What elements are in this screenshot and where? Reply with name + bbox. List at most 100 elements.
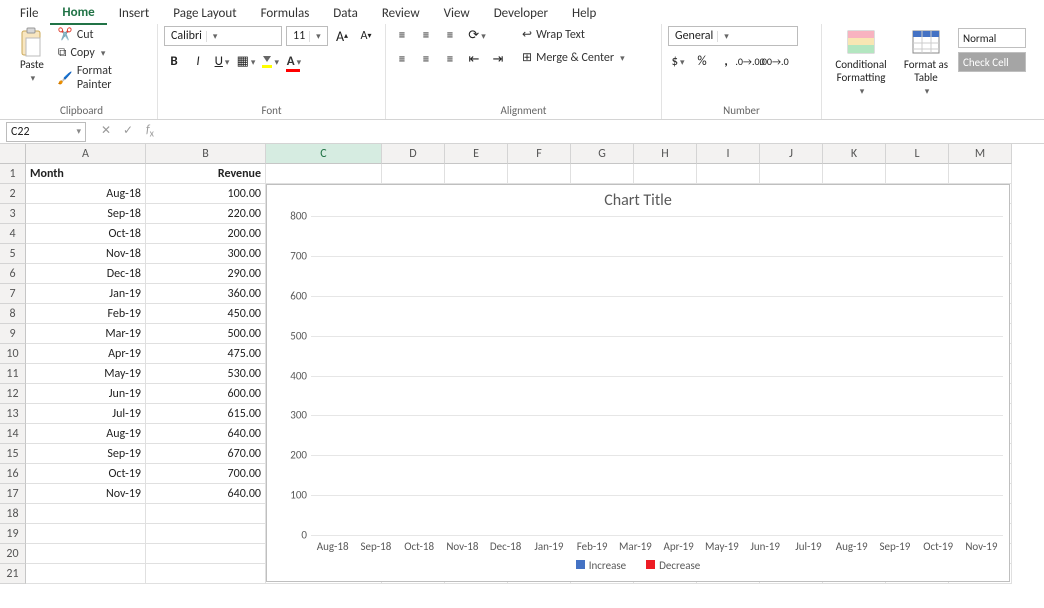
menu-home[interactable]: Home xyxy=(50,2,106,25)
align-left-icon[interactable]: ≡ xyxy=(392,50,412,68)
currency-icon[interactable]: $ xyxy=(668,52,688,70)
cell-B21[interactable] xyxy=(146,564,266,584)
align-center-icon[interactable]: ≡ xyxy=(416,50,436,68)
cell-B12[interactable]: 600.00 xyxy=(146,384,266,404)
row-header-1[interactable]: 1 xyxy=(0,164,26,184)
cell-A7[interactable]: Jan-19 xyxy=(26,284,146,304)
cell-A8[interactable]: Feb-19 xyxy=(26,304,146,324)
col-header-I[interactable]: I xyxy=(697,144,760,164)
cancel-icon[interactable]: ✕ xyxy=(98,123,114,139)
cell-A1[interactable]: Month xyxy=(26,164,146,184)
cell-A15[interactable]: Sep-19 xyxy=(26,444,146,464)
chart[interactable]: Chart Title 0100200300400500600700800 Au… xyxy=(266,184,1010,582)
menu-insert[interactable]: Insert xyxy=(107,3,162,24)
decrease-decimal-icon[interactable]: .00→.0 xyxy=(764,52,784,70)
cell-J1[interactable] xyxy=(760,164,823,184)
style-normal[interactable]: Normal xyxy=(958,28,1026,48)
name-box[interactable]: C22▾ xyxy=(6,122,86,142)
cell-B7[interactable]: 360.00 xyxy=(146,284,266,304)
col-header-M[interactable]: M xyxy=(949,144,1012,164)
cell-B5[interactable]: 300.00 xyxy=(146,244,266,264)
cell-A12[interactable]: Jun-19 xyxy=(26,384,146,404)
row-header-9[interactable]: 9 xyxy=(0,324,26,344)
row-header-2[interactable]: 2 xyxy=(0,184,26,204)
cell-A13[interactable]: Jul-19 xyxy=(26,404,146,424)
cell-B2[interactable]: 100.00 xyxy=(146,184,266,204)
col-header-F[interactable]: F xyxy=(508,144,571,164)
row-header-19[interactable]: 19 xyxy=(0,524,26,544)
cell-B8[interactable]: 450.00 xyxy=(146,304,266,324)
formula-input[interactable] xyxy=(164,122,1044,142)
row-header-12[interactable]: 12 xyxy=(0,384,26,404)
align-top-icon[interactable]: ≡ xyxy=(392,26,412,44)
bold-icon[interactable]: B xyxy=(164,52,184,70)
cut-button[interactable]: ✂️Cut xyxy=(56,26,151,43)
menu-data[interactable]: Data xyxy=(321,3,370,24)
row-header-14[interactable]: 14 xyxy=(0,424,26,444)
col-header-D[interactable]: D xyxy=(382,144,445,164)
copy-button[interactable]: ⧉Copy xyxy=(56,45,151,61)
row-header-10[interactable]: 10 xyxy=(0,344,26,364)
cell-I1[interactable] xyxy=(697,164,760,184)
cell-A4[interactable]: Oct-18 xyxy=(26,224,146,244)
row-header-13[interactable]: 13 xyxy=(0,404,26,424)
cell-M1[interactable] xyxy=(949,164,1012,184)
cell-A16[interactable]: Oct-19 xyxy=(26,464,146,484)
cell-B14[interactable]: 640.00 xyxy=(146,424,266,444)
cell-A21[interactable] xyxy=(26,564,146,584)
col-header-A[interactable]: A xyxy=(26,144,146,164)
fill-color-icon[interactable] xyxy=(260,52,280,70)
font-color-icon[interactable]: A xyxy=(284,52,304,70)
col-header-J[interactable]: J xyxy=(760,144,823,164)
menu-developer[interactable]: Developer xyxy=(482,3,560,24)
row-header-8[interactable]: 8 xyxy=(0,304,26,324)
comma-icon[interactable]: , xyxy=(716,52,736,70)
col-header-L[interactable]: L xyxy=(886,144,949,164)
col-header-E[interactable]: E xyxy=(445,144,508,164)
cells[interactable]: MonthRevenueAug-18100.00Sep-18220.00Oct-… xyxy=(26,164,1044,608)
menu-help[interactable]: Help xyxy=(560,3,608,24)
cell-A3[interactable]: Sep-18 xyxy=(26,204,146,224)
menu-file[interactable]: File xyxy=(8,3,50,24)
grow-font-icon[interactable]: A▴ xyxy=(332,27,352,45)
percent-icon[interactable]: % xyxy=(692,52,712,70)
cell-G1[interactable] xyxy=(571,164,634,184)
row-header-11[interactable]: 11 xyxy=(0,364,26,384)
font-size-combo[interactable]: 11▾ xyxy=(286,26,328,46)
wrap-text-button[interactable]: ↩Wrap Text xyxy=(520,26,627,43)
cell-A19[interactable] xyxy=(26,524,146,544)
italic-icon[interactable]: I xyxy=(188,52,208,70)
row-header-17[interactable]: 17 xyxy=(0,484,26,504)
cell-D1[interactable] xyxy=(382,164,445,184)
font-name-combo[interactable]: Calibri▾ xyxy=(164,26,282,46)
row-header-21[interactable]: 21 xyxy=(0,564,26,584)
cell-B18[interactable] xyxy=(146,504,266,524)
row-header-18[interactable]: 18 xyxy=(0,504,26,524)
row-header-20[interactable]: 20 xyxy=(0,544,26,564)
select-all-corner[interactable] xyxy=(0,144,26,164)
align-middle-icon[interactable]: ≡ xyxy=(416,26,436,44)
menu-page-layout[interactable]: Page Layout xyxy=(161,3,248,24)
menu-formulas[interactable]: Formulas xyxy=(249,3,322,24)
align-right-icon[interactable]: ≡ xyxy=(440,50,460,68)
cell-B6[interactable]: 290.00 xyxy=(146,264,266,284)
enter-icon[interactable]: ✓ xyxy=(120,123,136,139)
cell-B3[interactable]: 220.00 xyxy=(146,204,266,224)
col-header-H[interactable]: H xyxy=(634,144,697,164)
shrink-font-icon[interactable]: A▾ xyxy=(356,27,376,45)
align-bottom-icon[interactable]: ≡ xyxy=(440,26,460,44)
row-header-7[interactable]: 7 xyxy=(0,284,26,304)
cell-A5[interactable]: Nov-18 xyxy=(26,244,146,264)
row-header-15[interactable]: 15 xyxy=(0,444,26,464)
cell-B10[interactable]: 475.00 xyxy=(146,344,266,364)
cell-A10[interactable]: Apr-19 xyxy=(26,344,146,364)
col-header-K[interactable]: K xyxy=(823,144,886,164)
cell-F1[interactable] xyxy=(508,164,571,184)
cell-E1[interactable] xyxy=(445,164,508,184)
increase-decimal-icon[interactable]: .0→.00 xyxy=(740,52,760,70)
number-format-combo[interactable]: General▾ xyxy=(668,26,798,46)
format-as-table-button[interactable]: Format as Table xyxy=(898,26,954,98)
cell-B9[interactable]: 500.00 xyxy=(146,324,266,344)
indent-icon[interactable]: ⇥ xyxy=(488,50,508,68)
cell-H1[interactable] xyxy=(634,164,697,184)
